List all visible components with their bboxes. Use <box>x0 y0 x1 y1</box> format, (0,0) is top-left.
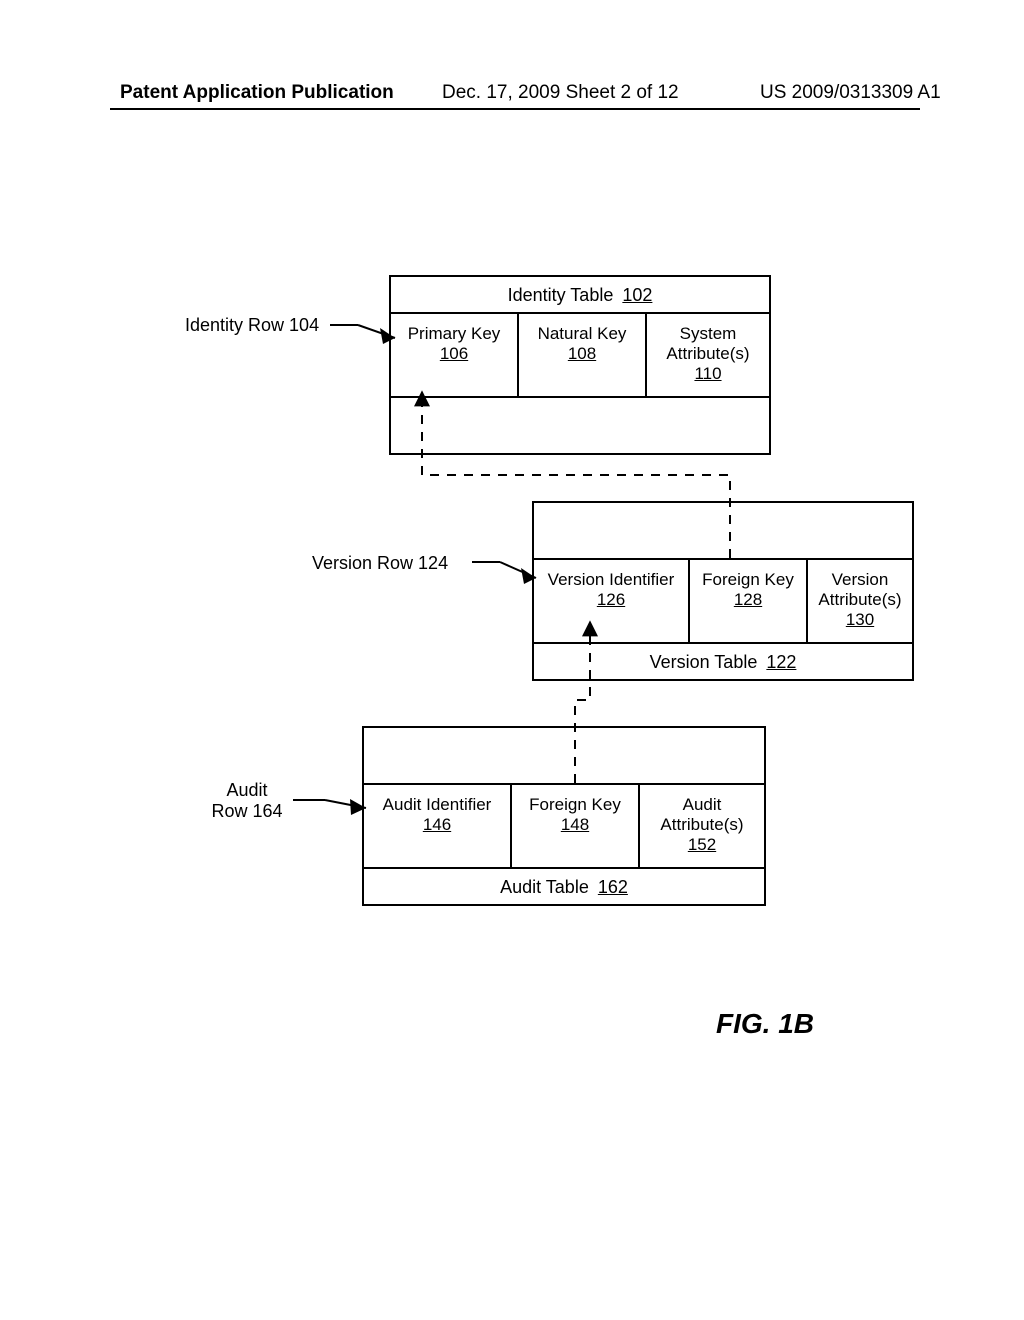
audit-cell-identifier: Audit Identifier 146 <box>364 785 512 867</box>
identity-table: Identity Table 102 Primary Key 106 Natur… <box>389 275 771 455</box>
version-table-pad-top <box>534 503 912 560</box>
audit-table-pad-top <box>364 728 764 785</box>
identity-title-text: Identity Table <box>508 285 614 305</box>
figure-caption: FIG. 1B <box>716 1008 814 1040</box>
cell-label: Version Identifier <box>542 570 680 590</box>
cell-label: Version Attribute(s) <box>816 570 904 610</box>
version-cell-foreign-key: Foreign Key 128 <box>690 560 808 642</box>
audit-table-title: Audit Table 162 <box>364 869 764 904</box>
version-title-ref: 122 <box>766 652 796 672</box>
cell-label: Primary Key <box>399 324 509 344</box>
identity-row-label: Identity Row 104 <box>185 315 330 336</box>
identity-table-title: Identity Table 102 <box>391 277 769 314</box>
cell-label: System Attribute(s) <box>655 324 761 364</box>
identity-cell-natural-key: Natural Key 108 <box>519 314 647 396</box>
version-row-label: Version Row 124 <box>312 553 472 574</box>
version-table-title: Version Table 122 <box>534 644 912 679</box>
cell-ref: 148 <box>520 815 630 835</box>
identity-cell-primary-key: Primary Key 106 <box>391 314 519 396</box>
cell-ref: 128 <box>698 590 798 610</box>
audit-row-label-1: Audit <box>202 780 292 801</box>
version-cell-version-attr: Version Attribute(s) 130 <box>808 560 912 642</box>
version-table: Version Identifier 126 Foreign Key 128 V… <box>532 501 914 681</box>
audit-title-ref: 162 <box>598 877 628 897</box>
cell-ref: 110 <box>655 364 761 384</box>
cell-label: Audit Attribute(s) <box>648 795 756 835</box>
audit-row-label: Audit Row 164 <box>202 780 292 822</box>
cell-label: Audit Identifier <box>372 795 502 815</box>
cell-ref: 130 <box>816 610 904 630</box>
header-left: Patent Application Publication <box>120 82 394 104</box>
version-row: Version Identifier 126 Foreign Key 128 V… <box>534 560 912 644</box>
page: Patent Application Publication Dec. 17, … <box>0 0 1024 1320</box>
identity-row: Primary Key 106 Natural Key 108 System A… <box>391 314 769 398</box>
audit-title-text: Audit Table <box>500 877 589 897</box>
cell-label: Foreign Key <box>520 795 630 815</box>
cell-ref: 106 <box>399 344 509 364</box>
version-title-text: Version Table <box>650 652 758 672</box>
version-cell-identifier: Version Identifier 126 <box>534 560 690 642</box>
audit-row: Audit Identifier 146 Foreign Key 148 Aud… <box>364 785 764 869</box>
cell-ref: 108 <box>527 344 637 364</box>
header-rule <box>110 108 920 110</box>
audit-cell-audit-attr: Audit Attribute(s) 152 <box>640 785 764 867</box>
identity-title-ref: 102 <box>622 285 652 305</box>
cell-label: Natural Key <box>527 324 637 344</box>
audit-row-label-2: Row 164 <box>202 801 292 822</box>
cell-ref: 126 <box>542 590 680 610</box>
cell-ref: 146 <box>372 815 502 835</box>
audit-cell-foreign-key: Foreign Key 148 <box>512 785 640 867</box>
header-mid: Dec. 17, 2009 Sheet 2 of 12 <box>442 82 679 104</box>
identity-cell-system-attr: System Attribute(s) 110 <box>647 314 769 396</box>
cell-ref: 152 <box>648 835 756 855</box>
header-right: US 2009/0313309 A1 <box>760 82 941 104</box>
audit-table: Audit Identifier 146 Foreign Key 148 Aud… <box>362 726 766 906</box>
identity-table-pad <box>391 398 769 453</box>
cell-label: Foreign Key <box>698 570 798 590</box>
